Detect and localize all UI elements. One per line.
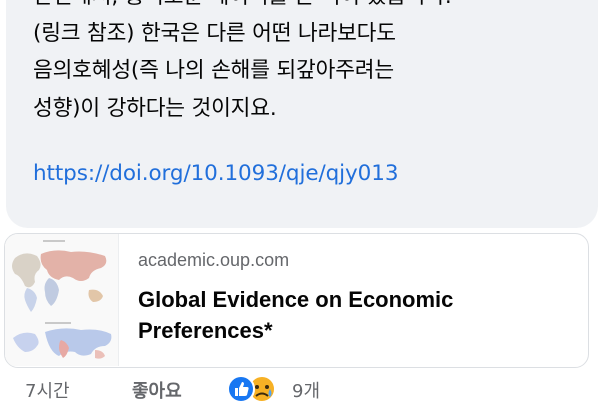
comment-timestamp[interactable]: 7시간 [25,377,70,403]
like-button[interactable]: 좋아요 [132,377,182,403]
preview-thumbnail [5,234,119,366]
world-map-thumbnail-image [5,234,118,366]
preview-title: Global Evidence on Economic Preferences* [138,287,454,343]
like-icon [227,375,255,403]
reaction-count[interactable]: 9개 [292,377,320,403]
comment-footer: 7시간 좋아요 9개 [0,372,600,408]
doi-link[interactable]: https://doi.org/10.1093/qje/qjy013 [33,160,399,187]
comment-text-line-4: 성향)이 강하다는 것이지요. [33,96,277,121]
comment-text-line-2: (링크 참조) 한국은 다른 어떤 나라보다도 [33,21,396,46]
reaction-icons[interactable] [226,374,286,404]
comment-text-line-3: 음의호혜성(즉 나의 손해를 되갚아주려는 [33,58,394,83]
link-preview-card[interactable]: academic.oup.com Global Evidence on Econ… [4,233,589,368]
preview-domain: academic.oup.com [138,250,290,270]
comment-bubble: 관련해서, 흥미로운 데이터를 본 적이 있습니다. (링크 참조) 한국은 다… [6,0,598,228]
comment-text-line-1: 관련해서, 흥미로운 데이터를 본 적이 있습니다. [33,0,452,10]
